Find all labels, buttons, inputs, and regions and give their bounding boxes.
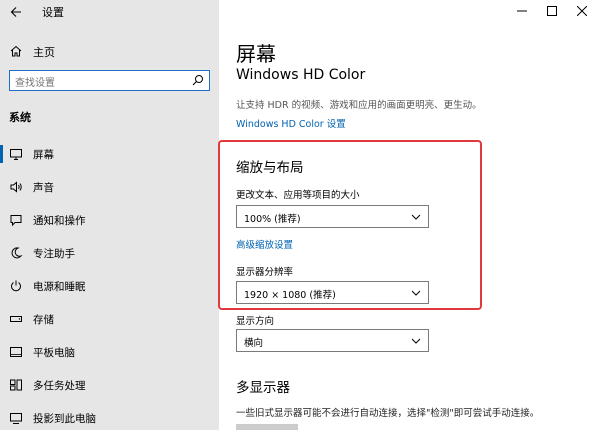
sidebar-item-label: 通知和操作 [33,215,86,227]
maximize-icon [547,6,557,16]
sidebar-item-sound[interactable]: 声音 [0,175,219,199]
orientation-label: 显示方向 [236,316,275,327]
sidebar-item-home[interactable]: 主页 [0,40,219,62]
sidebar-item-label: 投影到此电脑 [33,413,96,425]
sidebar-item-display[interactable]: 屏幕 [0,142,219,166]
speaker-icon [10,181,22,193]
tablet-icon [10,347,22,357]
close-button[interactable] [567,0,597,22]
sidebar-item-label: 主页 [33,46,55,59]
search-input[interactable] [10,74,185,93]
search-box[interactable] [9,70,210,93]
storage-icon [10,316,22,322]
text-size-label: 更改文本、应用等项目的大小 [236,190,360,201]
page-title: 屏幕 [236,42,276,66]
project-icon [10,413,22,424]
sidebar-item-project[interactable]: 投影到此电脑 [0,406,219,430]
section-header: 系统 [9,111,31,124]
detect-button[interactable] [236,424,298,430]
sidebar-item-multitasking[interactable]: 多任务处理 [0,373,219,397]
sidebar-item-label: 电源和睡眠 [33,281,86,293]
sidebar-item-label: 存储 [33,314,54,326]
chevron-down-icon [411,290,421,296]
resolution-dropdown[interactable]: 1920 × 1080 (推荐) [236,281,429,304]
home-icon [10,45,22,57]
monitor-icon [10,149,22,160]
orientation-dropdown[interactable]: 横向 [236,329,429,352]
minimize-button[interactable] [507,0,537,22]
sidebar-item-label: 专注助手 [33,248,75,260]
sidebar-item-label: 平板电脑 [33,347,75,359]
dropdown-value: 100% (推荐) [244,214,301,225]
power-icon [11,280,21,292]
scale-section-title: 缩放与布局 [236,160,304,176]
search-icon[interactable] [192,74,204,86]
hdr-description: 让支持 HDR 的视频、游戏和应用的画面更明亮、更生动。 [236,100,482,111]
minimize-icon [517,10,527,12]
multi-display-description: 一些旧式显示器可能不会进行自动连接，选择"检测"即可尝试手动连接。 [236,408,540,419]
dropdown-value: 1920 × 1080 (推荐) [244,290,336,301]
sidebar-item-focus-assist[interactable]: 专注助手 [0,241,219,265]
maximize-button[interactable] [537,0,567,22]
hdr-settings-link[interactable]: Windows HD Color 设置 [236,116,346,130]
back-arrow-icon [10,7,21,17]
sidebar-item-label: 声音 [33,182,54,194]
app-title: 设置 [42,6,64,19]
multitask-icon [10,379,22,391]
resolution-label: 显示器分辨率 [236,267,294,278]
chevron-down-icon [411,214,421,220]
active-indicator [0,145,3,163]
chevron-down-icon [411,338,421,344]
advanced-scaling-link[interactable]: 高级缩放设置 [236,237,293,251]
main-content: 屏幕 Windows HD Color 让支持 HDR 的视频、游戏和应用的画面… [218,0,600,430]
sidebar-item-power[interactable]: 电源和睡眠 [0,274,219,298]
moon-icon [11,247,23,259]
back-button[interactable] [6,2,26,22]
notification-icon [10,215,22,227]
sidebar-item-notifications[interactable]: 通知和操作 [0,208,219,232]
sidebar-item-storage[interactable]: 存储 [0,307,219,331]
dropdown-value: 横向 [244,338,264,349]
sidebar: 设置 主页 系统 屏幕 声音 通知和操作 专注助手 电源和睡眠 存储 平板电脑 [0,0,219,430]
text-size-dropdown[interactable]: 100% (推荐) [236,205,429,228]
sidebar-item-label: 多任务处理 [33,380,86,392]
titlebar-left: 设置 [0,0,219,24]
multi-display-title: 多显示器 [236,380,290,396]
close-icon [577,6,587,16]
sidebar-item-label: 屏幕 [33,149,54,161]
sidebar-item-tablet[interactable]: 平板电脑 [0,340,219,364]
hdr-section-title: Windows HD Color [236,67,366,83]
